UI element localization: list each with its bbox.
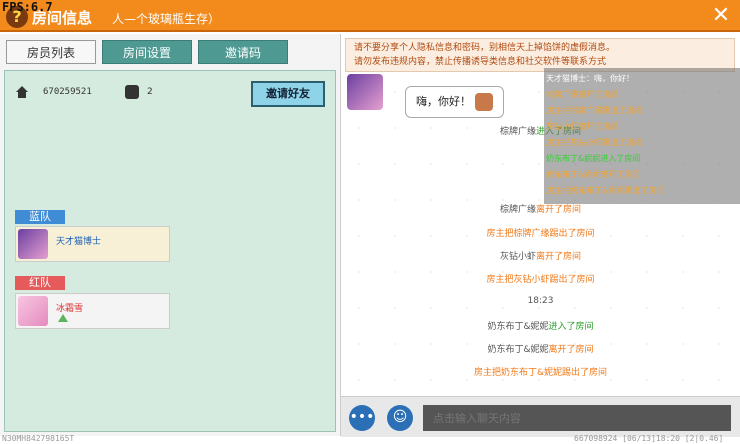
notice-box: 请不要分享个人隐私信息和密码，别相信天上掉馅饼的虚假消息。 请勿发布违规内容，禁…	[345, 38, 735, 72]
status-info: 667098924 [06/13]18:20 [2|0.46]	[574, 434, 724, 443]
fps-counter: FPS:6.7	[2, 0, 53, 14]
system-message: 奶东布丁&妮妮离开了房间	[487, 345, 594, 355]
page-subtitle: 人—个玻璃瓶生存）	[112, 12, 221, 26]
member-panel: 670259521 2 邀请好友 蓝队 天才猫博士 红队 冰霜雪	[4, 70, 336, 432]
avatar	[18, 229, 48, 259]
team-blue-label: 蓝队	[15, 210, 65, 224]
cat-icon	[125, 85, 139, 99]
title-bar: ? 房间信息 人—个玻璃瓶生存） ✕	[0, 0, 740, 32]
room-info-row: 670259521 2 邀请好友	[15, 81, 331, 109]
overlay-line: 奶东布丁&妮妮离开了房间	[546, 170, 641, 179]
chat-log-overlay: 天才猫博士：嗨，你好！ 棕牌广缘离开了房间 房主把棕牌广缘踢出了房间 灰钻小虾离…	[544, 68, 740, 204]
system-message: 房主把灰钻小虾踢出了房间	[486, 275, 595, 285]
chat-input[interactable]	[423, 405, 731, 431]
system-message: 房主把奶东布丁&妮妮踢出了房间	[473, 368, 608, 378]
tab-member-list[interactable]: 房员列表	[6, 40, 96, 64]
device-id: N30MH842798165T	[2, 434, 75, 443]
overlay-line: 奶东布丁&妮妮进入了房间	[546, 154, 641, 163]
notice-line: 请不要分享个人隐私信息和密码，别相信天上掉馅饼的虚假消息。	[354, 43, 616, 53]
bear-emoji-icon	[475, 93, 493, 111]
overlay-line: 天才猫博士：嗨，你好！	[546, 74, 634, 83]
close-icon[interactable]: ✕	[708, 3, 734, 29]
timestamp: 18:23	[527, 296, 554, 306]
system-message: 奶东布丁&妮妮进入了房间	[487, 322, 594, 332]
team-red-label: 红队	[15, 276, 65, 290]
member-name: 天才猫博士	[56, 237, 102, 247]
left-panel: 房员列表 房间设置 邀请码 670259521 2 邀请好友 蓝队 天才猫博士 …	[0, 34, 341, 436]
system-message: 房主把棕牌广缘踢出了房间	[486, 229, 595, 239]
chat-input-bar: ••• ☺	[341, 396, 740, 437]
system-message: 灰钻小虾离开了房间	[499, 252, 582, 262]
chat-bubble: 嗨，你好！	[405, 86, 504, 118]
overlay-line: 房主把奶东布丁&妮妮踢出了房间	[546, 186, 665, 195]
chat-message: 嗨，你好！	[416, 95, 471, 108]
emoji-icon[interactable]: ☺	[387, 405, 413, 431]
overlay-line: 房主把灰钻小虾踢出了房间	[546, 138, 642, 147]
avatar[interactable]	[347, 74, 383, 110]
host-icon	[58, 314, 68, 322]
room-id: 670259521	[43, 87, 92, 97]
tab-invite-code[interactable]: 邀请码	[198, 40, 288, 64]
member-card-red[interactable]: 冰霜雪	[15, 293, 170, 329]
overlay-line: 棕牌广缘离开了房间	[546, 90, 618, 99]
notice-line: 请勿发布违规内容，禁止传播诱导类信息和社交软件等联系方式	[354, 57, 607, 67]
tab-room-settings[interactable]: 房间设置	[102, 40, 192, 64]
avatar	[18, 296, 48, 326]
member-name: 冰霜雪	[56, 304, 84, 314]
overlay-line: 房主把棕牌广缘踢出了房间	[546, 106, 642, 115]
more-options-icon[interactable]: •••	[349, 405, 375, 431]
invite-friends-button[interactable]: 邀请好友	[251, 81, 325, 107]
house-icon	[16, 86, 28, 98]
player-count: 2	[147, 87, 153, 97]
member-card-blue[interactable]: 天才猫博士	[15, 226, 170, 262]
overlay-line: 灰钻小虾离开了房间	[546, 122, 618, 131]
